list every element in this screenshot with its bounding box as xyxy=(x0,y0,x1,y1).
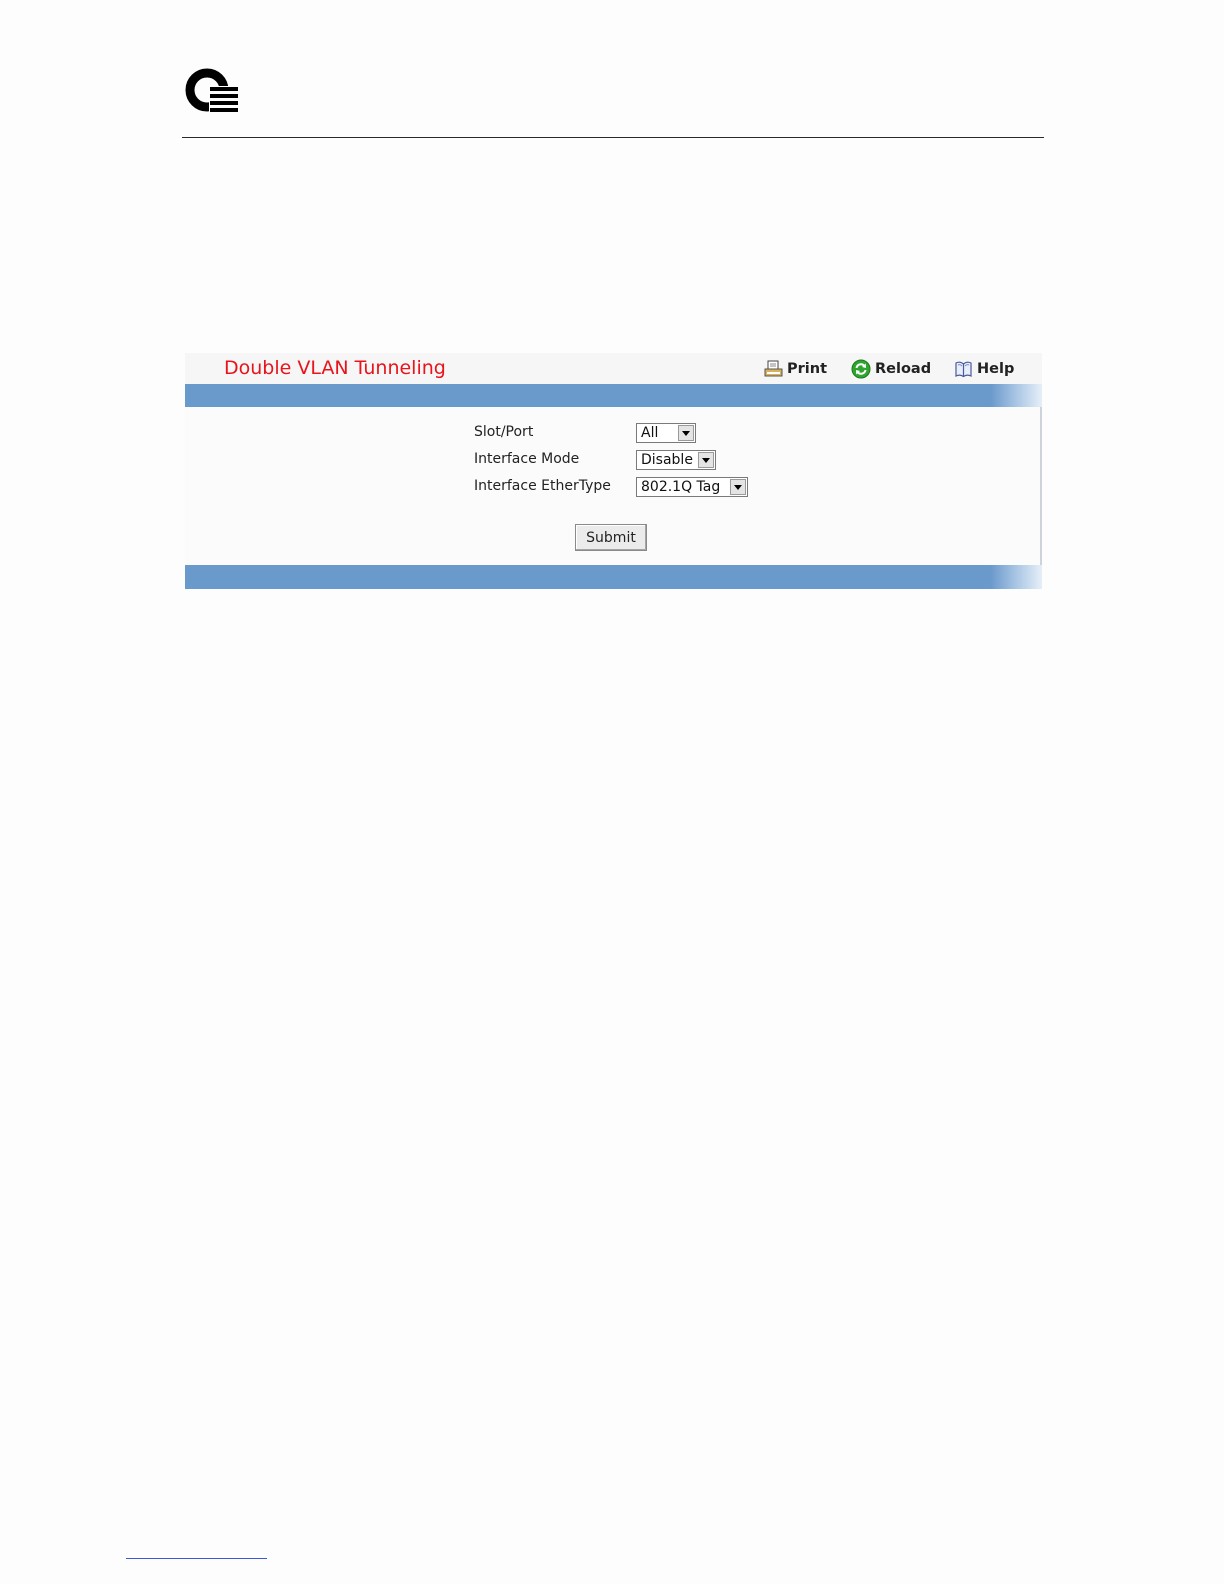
q-logo-icon xyxy=(185,68,239,116)
interface-ethertype-select[interactable]: 802.1Q Tag xyxy=(636,477,748,497)
book-help-icon xyxy=(955,361,972,378)
footer-divider xyxy=(126,1558,267,1559)
chevron-down-icon[interactable] xyxy=(698,452,714,468)
vlan-tunneling-panel: Double VLAN Tunneling Print Reload Help … xyxy=(185,353,1042,593)
interface-mode-label: Interface Mode xyxy=(474,451,580,467)
page-title: Double VLAN Tunneling xyxy=(224,357,446,379)
reload-icon xyxy=(851,359,871,379)
reload-label: Reload xyxy=(875,361,932,377)
print-label: Print xyxy=(787,361,828,377)
slot-port-select[interactable]: All xyxy=(636,423,696,443)
interface-ethertype-value: 802.1Q Tag xyxy=(641,479,721,495)
help-label: Help xyxy=(977,361,1015,377)
slot-port-value: All xyxy=(641,425,659,441)
print-button[interactable]: Print xyxy=(764,359,827,379)
header-band xyxy=(185,384,1042,407)
printer-icon xyxy=(764,360,783,377)
chevron-down-icon[interactable] xyxy=(678,425,694,441)
interface-mode-select[interactable]: Disable xyxy=(636,450,716,470)
interface-ethertype-label: Interface EtherType xyxy=(474,478,611,494)
header-divider xyxy=(182,137,1044,138)
help-button[interactable]: Help xyxy=(954,359,1014,379)
panel-header: Double VLAN Tunneling Print Reload Help xyxy=(185,353,1042,384)
interface-mode-value: Disable xyxy=(641,452,693,468)
footer-band xyxy=(185,565,1042,589)
slot-port-label: Slot/Port xyxy=(474,424,534,440)
chevron-down-icon[interactable] xyxy=(730,479,746,495)
submit-button[interactable]: Submit xyxy=(575,524,647,551)
reload-button[interactable]: Reload xyxy=(851,359,931,379)
